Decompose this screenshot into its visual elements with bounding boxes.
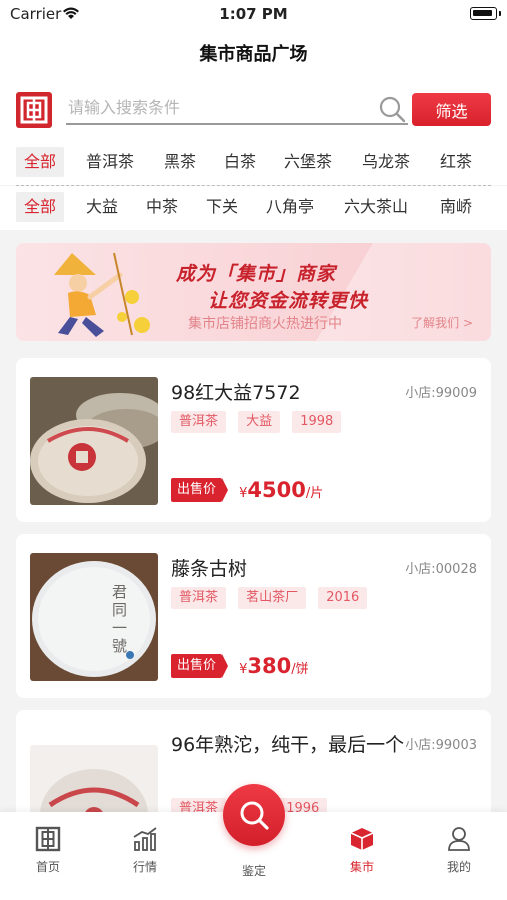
product-tag: 普洱茶 (171, 411, 227, 433)
brand-tabs: 全部 大益 中茶 下关 八角亭 六大茶山 南峤 (0, 186, 507, 230)
price-unit: /饼 (291, 662, 309, 677)
tab-market-quotes-label: 行情 (132, 860, 157, 874)
product-tag: 2016 (318, 587, 368, 609)
banner-headline: 成为「集市」商家 (176, 263, 337, 285)
product-name: 96年熟沱，纯干，最后一个 (171, 734, 405, 756)
product-card[interactable]: 98红大益7572 小店:99009 普洱茶 大益 1998 出售价 ¥4500… (16, 358, 491, 522)
clock: 1:07 PM (219, 5, 288, 23)
market-box-icon (350, 828, 374, 850)
tab-appraisal-label: 鉴定 (241, 864, 266, 878)
product-tag: 茗山茶厂 (238, 587, 307, 609)
price-amount: 4500 (247, 478, 306, 502)
svg-text:同: 同 (112, 601, 127, 619)
brand-logo-icon (16, 92, 52, 128)
search-field[interactable] (66, 91, 408, 125)
banner-caption: 集市店铺招商火热进行中 (188, 316, 342, 332)
tab-home[interactable]: 首页 (18, 826, 78, 875)
tab-bazaar[interactable]: 集市 (332, 826, 392, 875)
product-tag: 普洱茶 (171, 587, 227, 609)
tab-category-oolong[interactable]: 乌龙茶 (354, 147, 418, 177)
price: ¥4500/片 (239, 478, 324, 502)
product-card[interactable]: 君 同 一 號 藤条古树 小店:00028 普洱茶 茗山茶厂 2016 出售价 … (16, 534, 491, 698)
tab-category-dark-tea[interactable]: 黑茶 (156, 147, 204, 177)
filter-button[interactable]: 筛选 (412, 93, 491, 126)
tab-brand-nanqiao[interactable]: 南峤 (432, 192, 480, 222)
price-unit: /片 (305, 486, 324, 501)
tab-brand-dayi[interactable]: 大益 (78, 192, 126, 222)
tea-cake-red-wrapper-image (30, 377, 158, 505)
tab-category-black-tea[interactable]: 红茶 (432, 147, 480, 177)
price: ¥380/饼 (239, 654, 309, 678)
search-row: 筛选 (0, 75, 507, 141)
price-row: 出售价 ¥380/饼 (171, 654, 309, 680)
product-tags: 普洱茶 大益 1998 (171, 410, 348, 433)
store-id: 小店:99003 (405, 738, 477, 753)
search-icon[interactable] (378, 95, 406, 123)
svg-text:一: 一 (112, 619, 127, 637)
product-tags: 普洱茶 茗山茶厂 2016 (171, 586, 374, 609)
person-icon (448, 827, 470, 851)
store-id: 小店:99009 (405, 386, 477, 401)
search-input[interactable] (66, 91, 366, 123)
banner-subheadline: 让您资金流转更快 (208, 290, 369, 312)
tab-market-quotes[interactable]: 行情 (115, 826, 175, 875)
page-title: 集市商品广场 (199, 44, 308, 65)
store-id: 小店:00028 (405, 562, 477, 577)
product-name: 98红大益7572 (171, 382, 301, 404)
product-tag: 大益 (238, 411, 281, 433)
tab-appraisal-button[interactable] (223, 784, 285, 846)
banner-learn-more-link[interactable]: 了解我们 > (411, 314, 473, 331)
battery-icon (470, 7, 501, 20)
price-row: 出售价 ¥4500/片 (171, 478, 323, 504)
tab-brand-zhongcha[interactable]: 中茶 (138, 192, 186, 222)
product-tag: 1998 (292, 411, 342, 433)
price-label: 出售价 (171, 654, 229, 678)
tab-category-liubao[interactable]: 六堡茶 (276, 147, 340, 177)
tab-home-label: 首页 (35, 860, 60, 874)
category-tabs: 全部 普洱茶 黑茶 白茶 六堡茶 乌龙茶 红茶 (0, 141, 507, 185)
search-icon (240, 801, 269, 830)
tab-profile-label: 我的 (446, 860, 471, 874)
farmer-illustration-icon (54, 252, 150, 337)
tab-category-puer[interactable]: 普洱茶 (78, 147, 142, 177)
tea-cake-white-wrapper-image: 君 同 一 號 (30, 553, 158, 681)
tab-category-all[interactable]: 全部 (16, 147, 65, 177)
status-bar: Carrier 1:07 PM (0, 0, 507, 30)
home-logo-icon (35, 826, 61, 852)
chart-icon (133, 827, 157, 851)
tab-brand-all[interactable]: 全部 (16, 192, 65, 222)
svg-text:號: 號 (112, 637, 127, 655)
price-label: 出售价 (171, 478, 229, 502)
tab-category-white-tea[interactable]: 白茶 (216, 147, 264, 177)
price-amount: 380 (247, 654, 292, 678)
svg-text:君: 君 (112, 583, 127, 601)
product-name: 藤条古树 (171, 558, 248, 580)
tab-brand-liuda-chashan[interactable]: 六大茶山 (336, 192, 416, 222)
tab-profile[interactable]: 我的 (429, 826, 489, 875)
tab-bazaar-label: 集市 (349, 860, 374, 874)
tab-brand-xiaguan[interactable]: 下关 (198, 192, 246, 222)
tab-brand-bajiaoting[interactable]: 八角亭 (258, 192, 322, 222)
nav-bar: 集市商品广场 (0, 30, 507, 75)
merchant-banner[interactable]: 成为「集市」商家 让您资金流转更快 集市店铺招商火热进行中 了解我们 > (16, 243, 491, 341)
